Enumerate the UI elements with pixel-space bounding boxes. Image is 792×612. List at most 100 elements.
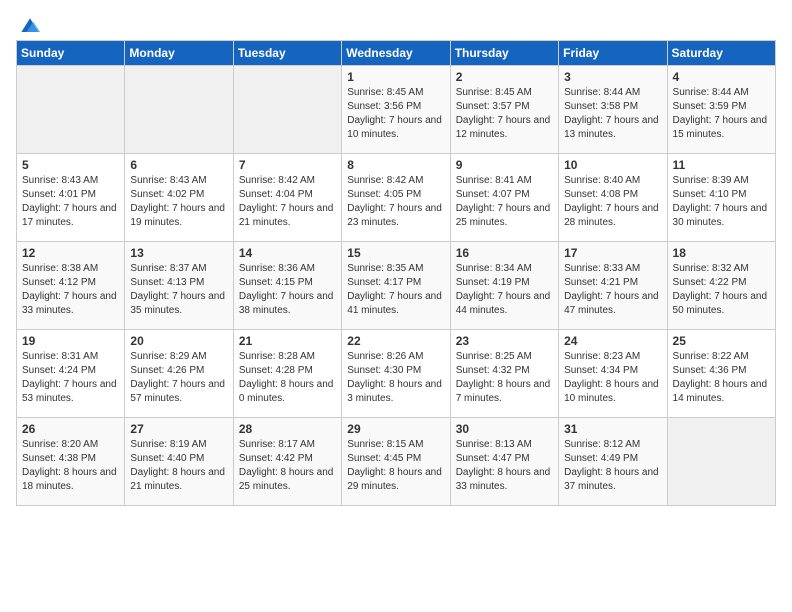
day-number: 24 bbox=[564, 334, 661, 348]
day-info: Sunrise: 8:42 AM Sunset: 4:04 PM Dayligh… bbox=[239, 174, 336, 230]
day-number: 20 bbox=[130, 334, 227, 348]
weekday-header-tuesday: Tuesday bbox=[233, 41, 341, 66]
day-info: Sunrise: 8:45 AM Sunset: 3:57 PM Dayligh… bbox=[456, 86, 553, 142]
page-header bbox=[16, 16, 776, 32]
logo-icon bbox=[18, 16, 42, 36]
weekday-header-wednesday: Wednesday bbox=[342, 41, 450, 66]
day-number: 17 bbox=[564, 246, 661, 260]
day-cell-18: 18Sunrise: 8:32 AM Sunset: 4:22 PM Dayli… bbox=[667, 242, 775, 330]
day-cell-21: 21 Sunrise: 8:28 AM Sunset: 4:28 PM Dayli… bbox=[233, 330, 341, 418]
empty-cell bbox=[233, 66, 341, 154]
day-number: 1 bbox=[347, 70, 444, 84]
day-cell-12: 12 Sunrise: 8:38 AM Sunset: 4:12 PM Dayli… bbox=[17, 242, 125, 330]
day-info: Sunrise: 8:45 AM Sunset: 3:56 PM Dayligh… bbox=[347, 86, 444, 142]
day-info: Sunrise: 8:22 AM Sunset: 4:36 PM Dayligh… bbox=[673, 350, 770, 406]
day-cell-31: 31 Sunrise: 8:12 AM Sunset: 4:49 PM Dayli… bbox=[559, 418, 667, 506]
day-number: 15 bbox=[347, 246, 444, 260]
day-info: Sunrise: 8:37 AM Sunset: 4:13 PM Dayligh… bbox=[130, 262, 227, 318]
day-info: Sunrise: 8:43 AM Sunset: 4:02 PM Dayligh… bbox=[130, 174, 227, 230]
empty-cell bbox=[667, 418, 775, 506]
day-cell-20: 20 Sunrise: 8:29 AM Sunset: 4:26 PM Dayli… bbox=[125, 330, 233, 418]
day-cell-17: 17 Sunrise: 8:33 AM Sunset: 4:21 PM Dayli… bbox=[559, 242, 667, 330]
day-cell-26: 26 Sunrise: 8:20 AM Sunset: 4:38 PM Dayli… bbox=[17, 418, 125, 506]
weekday-header-row: SundayMondayTuesdayWednesdayThursdayFrid… bbox=[17, 41, 776, 66]
week-row-5: 26 Sunrise: 8:20 AM Sunset: 4:38 PM Dayli… bbox=[17, 418, 776, 506]
day-info: Sunrise: 8:23 AM Sunset: 4:34 PM Dayligh… bbox=[564, 350, 661, 406]
day-number: 26 bbox=[22, 422, 119, 436]
weekday-header-monday: Monday bbox=[125, 41, 233, 66]
day-number: 4 bbox=[673, 70, 770, 84]
day-cell-16: 16 Sunrise: 8:34 AM Sunset: 4:19 PM Dayli… bbox=[450, 242, 558, 330]
day-cell-6: 6 Sunrise: 8:43 AM Sunset: 4:02 PM Daylig… bbox=[125, 154, 233, 242]
week-row-4: 19Sunrise: 8:31 AM Sunset: 4:24 PM Dayli… bbox=[17, 330, 776, 418]
day-number: 6 bbox=[130, 158, 227, 172]
weekday-header-sunday: Sunday bbox=[17, 41, 125, 66]
day-info: Sunrise: 8:26 AM Sunset: 4:30 PM Dayligh… bbox=[347, 350, 444, 406]
day-number: 12 bbox=[22, 246, 119, 260]
day-info: Sunrise: 8:44 AM Sunset: 3:58 PM Dayligh… bbox=[564, 86, 661, 142]
day-info: Sunrise: 8:39 AM Sunset: 4:10 PM Dayligh… bbox=[673, 174, 770, 230]
day-number: 3 bbox=[564, 70, 661, 84]
day-number: 11 bbox=[673, 158, 770, 172]
day-cell-7: 7 Sunrise: 8:42 AM Sunset: 4:04 PM Daylig… bbox=[233, 154, 341, 242]
day-cell-4: 4 Sunrise: 8:44 AM Sunset: 3:59 PM Daylig… bbox=[667, 66, 775, 154]
day-number: 29 bbox=[347, 422, 444, 436]
day-info: Sunrise: 8:28 AM Sunset: 4:28 PM Dayligh… bbox=[239, 350, 336, 406]
day-cell-25: 25 Sunrise: 8:22 AM Sunset: 4:36 PM Dayli… bbox=[667, 330, 775, 418]
day-info: Sunrise: 8:43 AM Sunset: 4:01 PM Dayligh… bbox=[22, 174, 119, 230]
day-number: 25 bbox=[673, 334, 770, 348]
calendar-table: SundayMondayTuesdayWednesdayThursdayFrid… bbox=[16, 40, 776, 506]
day-cell-9: 9 Sunrise: 8:41 AM Sunset: 4:07 PM Daylig… bbox=[450, 154, 558, 242]
day-number: 8 bbox=[347, 158, 444, 172]
week-row-3: 12 Sunrise: 8:38 AM Sunset: 4:12 PM Dayli… bbox=[17, 242, 776, 330]
day-info: Sunrise: 8:44 AM Sunset: 3:59 PM Dayligh… bbox=[673, 86, 770, 142]
day-cell-27: 27 Sunrise: 8:19 AM Sunset: 4:40 PM Dayli… bbox=[125, 418, 233, 506]
day-cell-2: 2 Sunrise: 8:45 AM Sunset: 3:57 PM Daylig… bbox=[450, 66, 558, 154]
day-cell-10: 10Sunrise: 8:40 AM Sunset: 4:08 PM Dayli… bbox=[559, 154, 667, 242]
day-info: Sunrise: 8:35 AM Sunset: 4:17 PM Dayligh… bbox=[347, 262, 444, 318]
day-info: Sunrise: 8:38 AM Sunset: 4:12 PM Dayligh… bbox=[22, 262, 119, 318]
day-cell-19: 19Sunrise: 8:31 AM Sunset: 4:24 PM Dayli… bbox=[17, 330, 125, 418]
day-info: Sunrise: 8:42 AM Sunset: 4:05 PM Dayligh… bbox=[347, 174, 444, 230]
day-number: 5 bbox=[22, 158, 119, 172]
day-cell-22: 22Sunrise: 8:26 AM Sunset: 4:30 PM Dayli… bbox=[342, 330, 450, 418]
day-number: 16 bbox=[456, 246, 553, 260]
empty-cell bbox=[17, 66, 125, 154]
day-number: 19 bbox=[22, 334, 119, 348]
day-number: 28 bbox=[239, 422, 336, 436]
day-cell-24: 24 Sunrise: 8:23 AM Sunset: 4:34 PM Dayli… bbox=[559, 330, 667, 418]
day-number: 2 bbox=[456, 70, 553, 84]
day-info: Sunrise: 8:41 AM Sunset: 4:07 PM Dayligh… bbox=[456, 174, 553, 230]
day-cell-13: 13 Sunrise: 8:37 AM Sunset: 4:13 PM Dayli… bbox=[125, 242, 233, 330]
day-cell-3: 3 Sunrise: 8:44 AM Sunset: 3:58 PM Daylig… bbox=[559, 66, 667, 154]
day-info: Sunrise: 8:19 AM Sunset: 4:40 PM Dayligh… bbox=[130, 438, 227, 494]
empty-cell bbox=[125, 66, 233, 154]
day-number: 14 bbox=[239, 246, 336, 260]
day-number: 18 bbox=[673, 246, 770, 260]
day-cell-28: 28 Sunrise: 8:17 AM Sunset: 4:42 PM Dayli… bbox=[233, 418, 341, 506]
day-info: Sunrise: 8:20 AM Sunset: 4:38 PM Dayligh… bbox=[22, 438, 119, 494]
day-number: 7 bbox=[239, 158, 336, 172]
day-number: 27 bbox=[130, 422, 227, 436]
day-info: Sunrise: 8:25 AM Sunset: 4:32 PM Dayligh… bbox=[456, 350, 553, 406]
weekday-header-friday: Friday bbox=[559, 41, 667, 66]
day-info: Sunrise: 8:33 AM Sunset: 4:21 PM Dayligh… bbox=[564, 262, 661, 318]
weekday-header-saturday: Saturday bbox=[667, 41, 775, 66]
day-cell-29: 29Sunrise: 8:15 AM Sunset: 4:45 PM Dayli… bbox=[342, 418, 450, 506]
day-cell-30: 30Sunrise: 8:13 AM Sunset: 4:47 PM Dayli… bbox=[450, 418, 558, 506]
day-cell-8: 8 Sunrise: 8:42 AM Sunset: 4:05 PM Daylig… bbox=[342, 154, 450, 242]
day-number: 13 bbox=[130, 246, 227, 260]
day-cell-23: 23 Sunrise: 8:25 AM Sunset: 4:32 PM Dayli… bbox=[450, 330, 558, 418]
day-info: Sunrise: 8:29 AM Sunset: 4:26 PM Dayligh… bbox=[130, 350, 227, 406]
week-row-2: 5 Sunrise: 8:43 AM Sunset: 4:01 PM Daylig… bbox=[17, 154, 776, 242]
day-number: 21 bbox=[239, 334, 336, 348]
day-number: 31 bbox=[564, 422, 661, 436]
day-info: Sunrise: 8:34 AM Sunset: 4:19 PM Dayligh… bbox=[456, 262, 553, 318]
day-info: Sunrise: 8:17 AM Sunset: 4:42 PM Dayligh… bbox=[239, 438, 336, 494]
day-info: Sunrise: 8:12 AM Sunset: 4:49 PM Dayligh… bbox=[564, 438, 661, 494]
day-number: 23 bbox=[456, 334, 553, 348]
day-number: 9 bbox=[456, 158, 553, 172]
day-cell-11: 11 Sunrise: 8:39 AM Sunset: 4:10 PM Dayli… bbox=[667, 154, 775, 242]
day-cell-14: 14Sunrise: 8:36 AM Sunset: 4:15 PM Dayli… bbox=[233, 242, 341, 330]
day-info: Sunrise: 8:40 AM Sunset: 4:08 PM Dayligh… bbox=[564, 174, 661, 230]
